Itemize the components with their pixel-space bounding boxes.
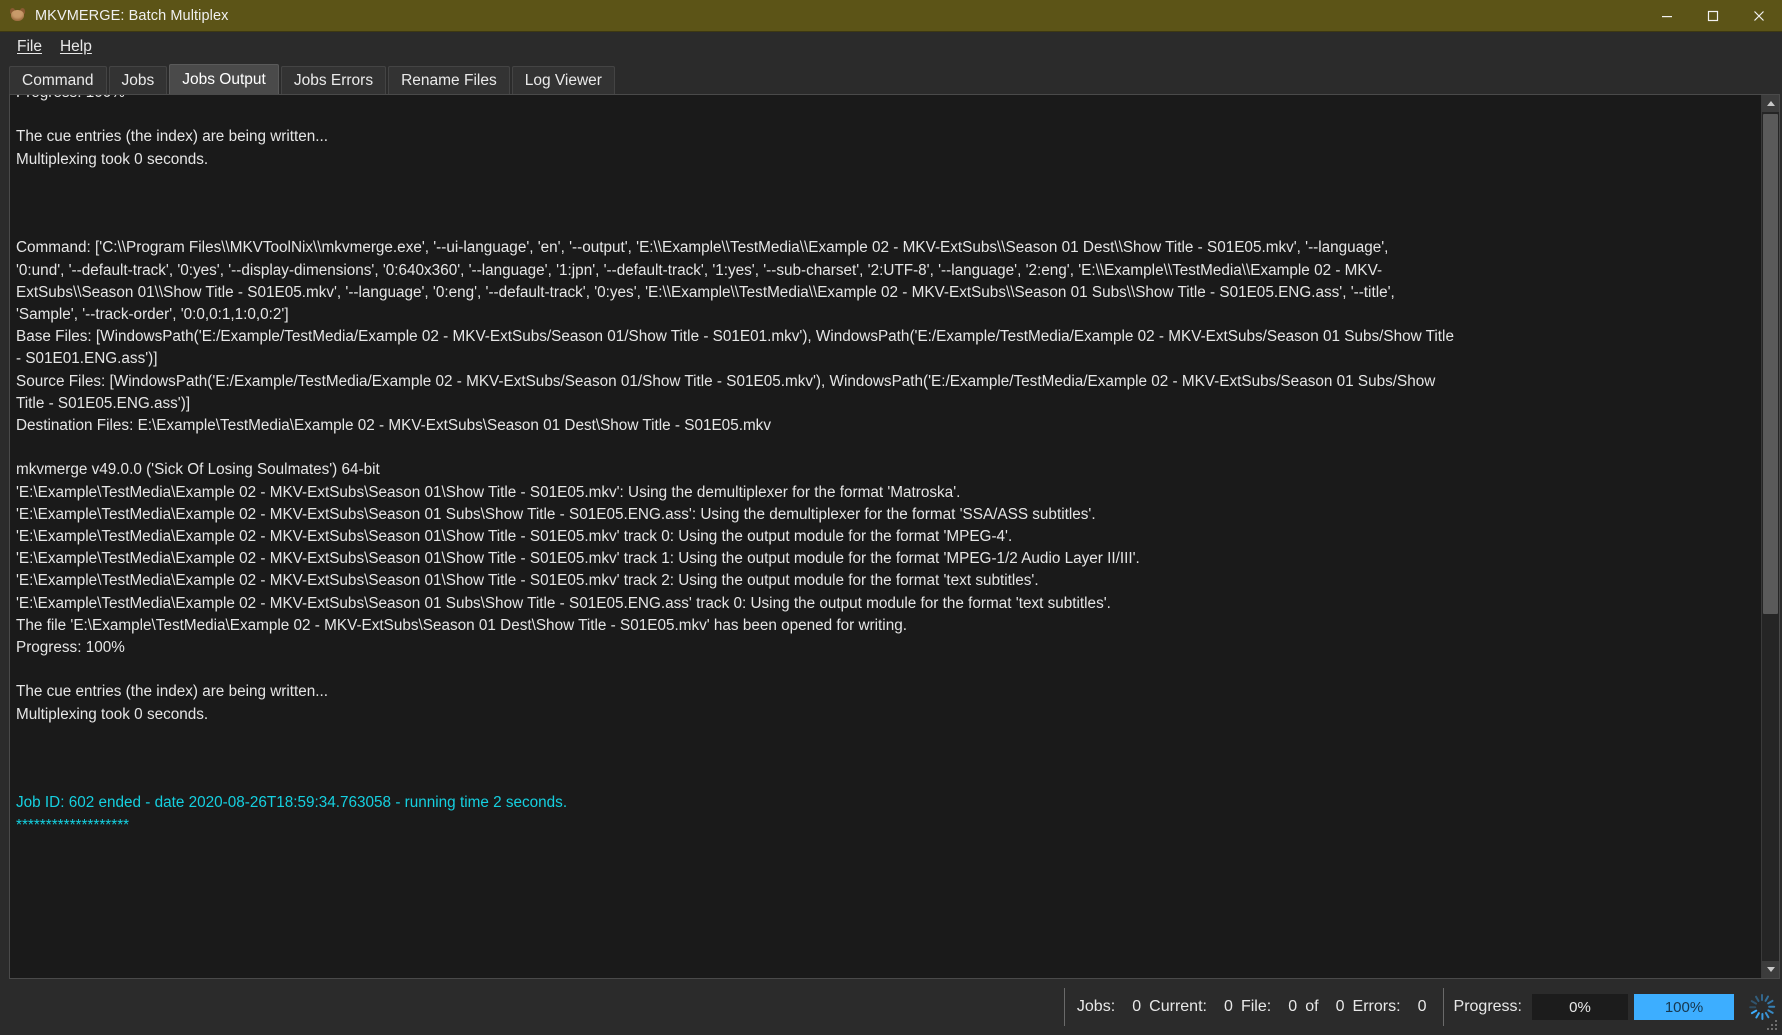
progress-bar-secondary: 100% [1634,994,1734,1020]
file-label: File: [1240,998,1272,1015]
output-blank-line [16,104,1757,126]
maximize-button[interactable] [1690,0,1736,31]
output-line: The file 'E:\Example\TestMedia\Example 0… [16,616,907,634]
output-line: mkvmerge v49.0.0 ('Sick Of Losing Soulma… [16,461,380,479]
maximize-icon [1707,10,1719,21]
tab-rename-files[interactable]: Rename Files [388,66,510,94]
application-window: MKVMERGE: Batch Multiplex File Help Comm… [0,0,1782,1035]
menu-item-help-label: Help [59,38,92,55]
scroll-up-button[interactable] [1762,95,1779,112]
menu-item-file[interactable]: File [8,35,51,59]
scrollbar-track[interactable] [1762,112,1779,961]
output-line: 'E:\Example\TestMedia\Example 02 - MKV-E… [16,572,1039,590]
output-blank-line [16,770,1757,792]
output-line: The cue entries (the index) are being wr… [16,128,329,146]
output-line: ******************* [16,816,130,834]
output-line: Destination Files: E:\Example\TestMedia\… [16,416,771,434]
output-line: '0:und', '--default-track', '0:yes', '--… [16,261,1383,279]
status-divider-left [1063,988,1065,1026]
boar-icon [9,7,26,24]
output-line: 'E:\Example\TestMedia\Example 02 - MKV-E… [16,527,1013,545]
output-line: Job ID: 602 ended - date 2020-08-26T18:5… [16,794,568,812]
minimize-icon [1662,15,1672,17]
tab-rename-files-label: Rename Files [401,71,497,89]
jobs-label: Jobs: [1076,998,1116,1015]
window-title: MKVMERGE: Batch Multiplex [35,7,229,24]
progress-bar-primary: 0% [1532,994,1628,1020]
status-bar: Jobs: 0 Current: 0 File: 0 of 0 Errors: … [0,979,1782,1035]
tab-jobs-output-label: Jobs Output [182,70,266,88]
tab-log-viewer-label: Log Viewer [524,71,602,89]
tab-jobs-label: Jobs [121,71,155,89]
output-line: Command: ['C:\\Program Files\\MKVToolNix… [16,239,1389,257]
output-line: 'E:\Example\TestMedia\Example 02 - MKV-E… [16,550,1140,568]
errors-value: 0 [1417,998,1427,1015]
output-line: Base Files: [WindowsPath('E:/Example/Tes… [16,328,1454,346]
menu-item-help[interactable]: Help [51,35,101,59]
close-icon [1754,10,1764,21]
output-vertical-scrollbar[interactable] [1761,95,1779,978]
progress-label: Progress: [1453,998,1522,1015]
menu-bar: File Help [0,32,1782,62]
tab-command[interactable]: Command [9,66,107,94]
output-line: ExtSubs\\Season 01\\Show Title - S01E05.… [16,283,1395,301]
tab-bar: Command Jobs Jobs Output Jobs Errors Ren… [0,62,1782,94]
status-counters: Jobs: 0 Current: 0 File: 0 of 0 Errors: … [1075,998,1433,1016]
of-value: 0 [1335,998,1345,1015]
tab-jobs-errors-label: Jobs Errors [293,71,374,89]
menu-item-file-label: File [17,38,42,55]
chevron-down-icon [1766,967,1775,972]
tab-jobs-errors[interactable]: Jobs Errors [280,66,387,94]
close-button[interactable] [1736,0,1782,31]
output-blank-line [16,659,1757,681]
output-line: 'Sample', '--track-order', '0:0,0:1,1:0,… [16,305,289,323]
tab-log-viewer[interactable]: Log Viewer [511,66,615,94]
output-line: The cue entries (the index) are being wr… [16,683,329,701]
resize-grip[interactable] [1767,1020,1779,1032]
output-blank-line [16,437,1757,459]
current-label: Current: [1149,998,1207,1015]
of-label: of [1305,998,1319,1015]
loading-spinner-icon [1748,993,1776,1021]
output-blank-line [16,171,1757,193]
output-line: 'E:\Example\TestMedia\Example 02 - MKV-E… [16,483,961,501]
output-line: Multiplexing took 0 seconds. [16,150,209,168]
jobs-value: 0 [1132,998,1142,1015]
output-line: Title - S01E05.ENG.ass')] [16,394,191,412]
scrollbar-thumb[interactable] [1763,114,1778,614]
output-line: 'E:\Example\TestMedia\Example 02 - MKV-E… [16,594,1111,612]
output-line: Progress: 100% [16,639,125,656]
file-value: 0 [1288,998,1298,1015]
jobs-output-text[interactable]: Progress: 100% The cue entries (the inde… [10,95,1761,978]
current-value: 0 [1224,998,1233,1015]
minimize-button[interactable] [1644,0,1690,31]
output-line: Multiplexing took 0 seconds. [16,705,209,723]
output-blank-line [16,193,1757,215]
tab-jobs-output[interactable]: Jobs Output [169,64,279,94]
errors-label: Errors: [1352,998,1401,1015]
output-line: - S01E01.ENG.ass')] [16,350,158,368]
tab-jobs[interactable]: Jobs [108,66,168,94]
output-blank-line [16,215,1757,237]
status-divider-right [1442,988,1444,1026]
output-line: Progress: 100% [16,95,1757,104]
window-controls [1644,0,1782,31]
tab-command-label: Command [22,71,94,89]
output-blank-line [16,726,1757,748]
jobs-output-panel: Progress: 100% The cue entries (the inde… [9,94,1780,979]
output-line: Source Files: [WindowsPath('E:/Example/T… [16,372,1436,390]
chevron-up-icon [1766,101,1775,106]
scroll-down-button[interactable] [1762,961,1779,978]
output-blank-line [16,748,1757,770]
title-bar: MKVMERGE: Batch Multiplex [0,0,1782,32]
output-line: 'E:\Example\TestMedia\Example 02 - MKV-E… [16,505,1096,523]
